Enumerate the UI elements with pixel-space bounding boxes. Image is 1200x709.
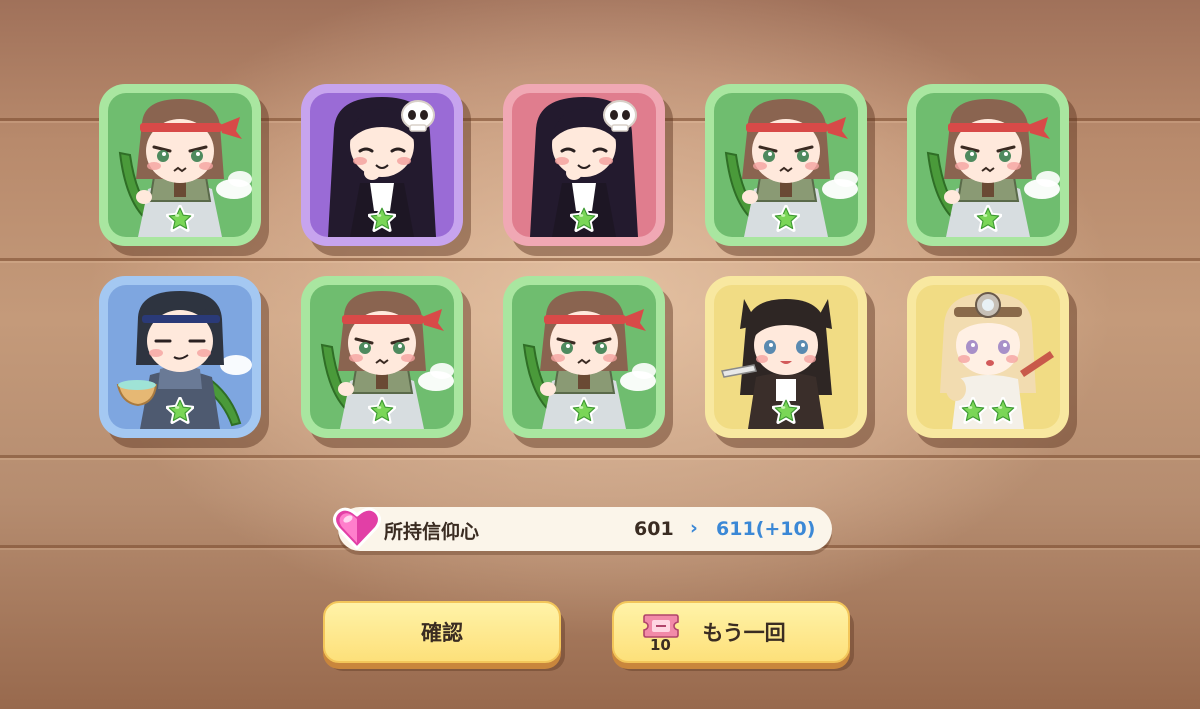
rarity-stars [916, 397, 1060, 425]
rarity-stars [108, 205, 252, 233]
character-portrait [714, 93, 858, 237]
faith-arrow: › [690, 517, 698, 539]
faith-current-value: 601 [634, 518, 674, 540]
wood-plank-line [0, 258, 1200, 261]
confirm-button[interactable]: 確認 [323, 601, 561, 663]
character-portrait [512, 285, 656, 429]
result-card-9[interactable] [705, 276, 867, 438]
confirm-button-label: 確認 [421, 621, 463, 645]
result-card-8[interactable] [503, 276, 665, 438]
star-icon [959, 397, 987, 425]
character-portrait [310, 285, 454, 429]
character-portrait [916, 93, 1060, 237]
ticket-count: 10 [650, 636, 671, 654]
star-icon [974, 205, 1002, 233]
character-portrait [108, 93, 252, 237]
result-card-2[interactable] [301, 84, 463, 246]
result-card-4[interactable] [705, 84, 867, 246]
character-portrait [512, 93, 656, 237]
result-card-1[interactable] [99, 84, 261, 246]
pull-again-button[interactable]: 10 もう一回 [612, 601, 850, 663]
result-card-7[interactable] [301, 276, 463, 438]
rarity-stars [512, 205, 656, 233]
star-icon [166, 397, 194, 425]
rarity-stars [916, 205, 1060, 233]
character-portrait [714, 285, 858, 429]
gacha-result-screen: 所持信仰心 601 › 611(+10) 確認 10 もう一回 [0, 0, 1200, 709]
character-portrait [916, 285, 1060, 429]
star-icon [368, 397, 396, 425]
wood-plank-line [0, 455, 1200, 458]
faith-counter-bar: 所持信仰心 601 › 611(+10) [333, 507, 832, 551]
rarity-stars [108, 397, 252, 425]
faith-new-value: 611(+10) [716, 518, 816, 540]
result-card-6[interactable] [99, 276, 261, 438]
star-icon [570, 397, 598, 425]
heart-gem-icon [333, 507, 381, 550]
star-icon [570, 205, 598, 233]
rarity-stars [310, 397, 454, 425]
rarity-stars [714, 397, 858, 425]
star-icon [368, 205, 396, 233]
faith-label: 所持信仰心 [384, 521, 480, 543]
result-card-5[interactable] [907, 84, 1069, 246]
rarity-stars [512, 397, 656, 425]
pull-again-label: もう一回 [702, 621, 786, 645]
star-icon [166, 205, 194, 233]
result-card-10[interactable] [907, 276, 1069, 438]
rarity-stars [310, 205, 454, 233]
star-icon [772, 205, 800, 233]
result-card-3[interactable] [503, 84, 665, 246]
character-portrait [310, 93, 454, 237]
star-icon [989, 397, 1017, 425]
star-icon [772, 397, 800, 425]
rarity-stars [714, 205, 858, 233]
character-portrait [108, 285, 252, 429]
